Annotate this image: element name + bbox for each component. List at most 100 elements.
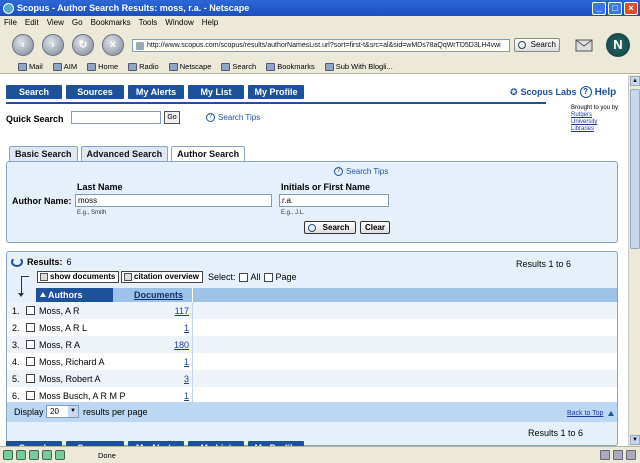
document-count-link[interactable]: 117 xyxy=(157,306,189,316)
nav-sources[interactable]: Sources xyxy=(66,85,124,99)
menu-window[interactable]: Window xyxy=(165,18,193,27)
nav-my-list[interactable]: My List xyxy=(188,85,244,99)
scroll-down-arrow[interactable]: ▼ xyxy=(630,435,640,445)
nav-search[interactable]: Search xyxy=(6,85,62,99)
column-documents[interactable]: Documents xyxy=(134,288,183,302)
author-name[interactable]: Moss, Richard A xyxy=(39,357,105,367)
document-count-link[interactable]: 1 xyxy=(157,391,189,401)
initials-input[interactable]: r.a. xyxy=(279,194,389,207)
row-checkbox[interactable] xyxy=(26,340,35,349)
status-icon-2[interactable] xyxy=(16,450,26,460)
institution-link-rutgers[interactable]: Rutgers xyxy=(571,112,618,119)
author-search-button[interactable]: Search xyxy=(304,221,356,234)
table-row: 4. Moss, Richard A 1 xyxy=(7,353,617,370)
institution-link-libraries[interactable]: Libraries xyxy=(571,126,618,133)
author-search-tips[interactable]: ? Search Tips xyxy=(334,167,388,176)
results-count: Results: 6 xyxy=(11,257,72,267)
author-name-label: Author Name: xyxy=(12,196,72,206)
author-name[interactable]: Moss, A R L xyxy=(39,323,87,333)
top-navigation: Search Sources My Alerts My List My Prof… xyxy=(6,85,304,99)
menu-help[interactable]: Help xyxy=(202,18,218,27)
vertical-scrollbar[interactable]: ▲ ▼ xyxy=(628,75,640,446)
help-link[interactable]: Help xyxy=(595,87,617,98)
address-bar[interactable]: http://www.scopus.com/scopus/results/aut… xyxy=(132,39,510,52)
selection-arrow-hook xyxy=(21,276,29,277)
author-name[interactable]: Moss, Robert A xyxy=(39,374,101,384)
bookmark-aim[interactable]: AIM xyxy=(52,62,77,71)
tab-advanced-search[interactable]: Advanced Search xyxy=(80,146,169,162)
back-button[interactable]: ‹ xyxy=(12,33,34,56)
document-count-link[interactable]: 3 xyxy=(157,374,189,384)
author-name[interactable]: Moss, R A xyxy=(39,340,80,350)
author-search-form: ? Search Tips Last Name Initials or Firs… xyxy=(6,161,618,243)
column-authors[interactable]: Authors xyxy=(36,288,113,302)
connection-icon[interactable] xyxy=(626,450,636,460)
row-checkbox[interactable] xyxy=(26,374,35,383)
stop-button[interactable]: × xyxy=(102,33,124,56)
status-text: Done xyxy=(98,450,116,460)
select-controls: Select: All Page xyxy=(208,272,297,282)
reload-button[interactable]: ↻ xyxy=(72,33,94,56)
menu-go[interactable]: Go xyxy=(72,18,83,27)
row-checkbox[interactable] xyxy=(26,306,35,315)
header-links: ✪ Scopus Labs ? Help xyxy=(510,86,616,98)
quick-search-tips[interactable]: ? Search Tips xyxy=(206,113,260,122)
folder-icon xyxy=(266,62,276,71)
menu-edit[interactable]: Edit xyxy=(25,18,39,27)
scroll-thumb[interactable] xyxy=(630,89,640,249)
nav-my-alerts[interactable]: My Alerts xyxy=(128,85,184,99)
close-button[interactable]: × xyxy=(624,1,638,15)
nav-my-profile[interactable]: My Profile xyxy=(248,85,304,99)
citation-overview-button[interactable]: citation overview xyxy=(121,271,203,283)
menu-view[interactable]: View xyxy=(47,18,64,27)
quick-search-input[interactable] xyxy=(71,111,161,124)
document-count-link[interactable]: 180 xyxy=(157,340,189,350)
row-checkbox[interactable] xyxy=(26,323,35,332)
row-checkbox[interactable] xyxy=(26,391,35,400)
bookmark-mail[interactable]: Mail xyxy=(18,62,43,71)
status-icon-5[interactable] xyxy=(55,450,65,460)
row-checkbox[interactable] xyxy=(26,357,35,366)
last-name-input[interactable]: moss xyxy=(75,194,272,207)
scopus-labs-link[interactable]: Scopus Labs xyxy=(521,87,577,97)
select-page-checkbox[interactable] xyxy=(263,272,273,282)
menu-file[interactable]: File xyxy=(4,18,17,27)
bookmark-search[interactable]: Search xyxy=(221,62,256,71)
status-icon-4[interactable] xyxy=(42,450,52,460)
author-name[interactable]: Moss, A R xyxy=(39,306,80,316)
scopus-labs-icon: ✪ xyxy=(510,86,518,97)
maximize-button[interactable]: □ xyxy=(608,1,622,15)
scroll-up-arrow[interactable]: ▲ xyxy=(630,76,640,86)
netscape-icon xyxy=(168,62,178,71)
institution-link-university[interactable]: University xyxy=(571,119,618,126)
quick-search-go-button[interactable]: Go xyxy=(164,111,180,124)
envelope-icon xyxy=(18,62,27,71)
document-count-link[interactable]: 1 xyxy=(157,357,189,367)
forward-button[interactable]: › xyxy=(42,33,64,56)
bookmark-radio[interactable]: Radio xyxy=(128,62,159,71)
bookmark-sub-with-blogli[interactable]: Sub With Blogli... xyxy=(324,62,393,71)
clear-button[interactable]: Clear xyxy=(360,221,390,234)
bookmark-netscape[interactable]: Netscape xyxy=(168,62,211,71)
select-all-checkbox[interactable] xyxy=(238,272,248,282)
show-documents-button[interactable]: show documents xyxy=(37,271,120,283)
menu-bookmarks[interactable]: Bookmarks xyxy=(91,18,131,27)
mail-icon[interactable] xyxy=(574,35,594,55)
status-icon-3[interactable] xyxy=(29,450,39,460)
bookmark-bookmarks[interactable]: Bookmarks xyxy=(266,62,315,71)
results-per-page-select[interactable]: 20 ▼ xyxy=(46,405,79,418)
popup-icon[interactable] xyxy=(613,450,623,460)
document-count-link[interactable]: 1 xyxy=(157,323,189,333)
help-icon: ? xyxy=(206,113,215,122)
back-to-top-link[interactable]: Back to Top xyxy=(567,410,603,417)
window-titlebar: Scopus - Author Search Results: moss, r.… xyxy=(0,0,640,16)
tab-basic-search[interactable]: Basic Search xyxy=(9,146,78,162)
author-name[interactable]: Moss Busch, A R M P xyxy=(39,391,126,401)
bookmark-home[interactable]: Home xyxy=(87,62,118,71)
minimize-button[interactable]: _ xyxy=(592,1,606,15)
browser-search-button[interactable]: Search xyxy=(514,38,560,52)
security-icon[interactable] xyxy=(600,450,610,460)
status-icon-1[interactable] xyxy=(3,450,13,460)
menu-tools[interactable]: Tools xyxy=(139,18,158,27)
radio-icon xyxy=(128,62,138,71)
